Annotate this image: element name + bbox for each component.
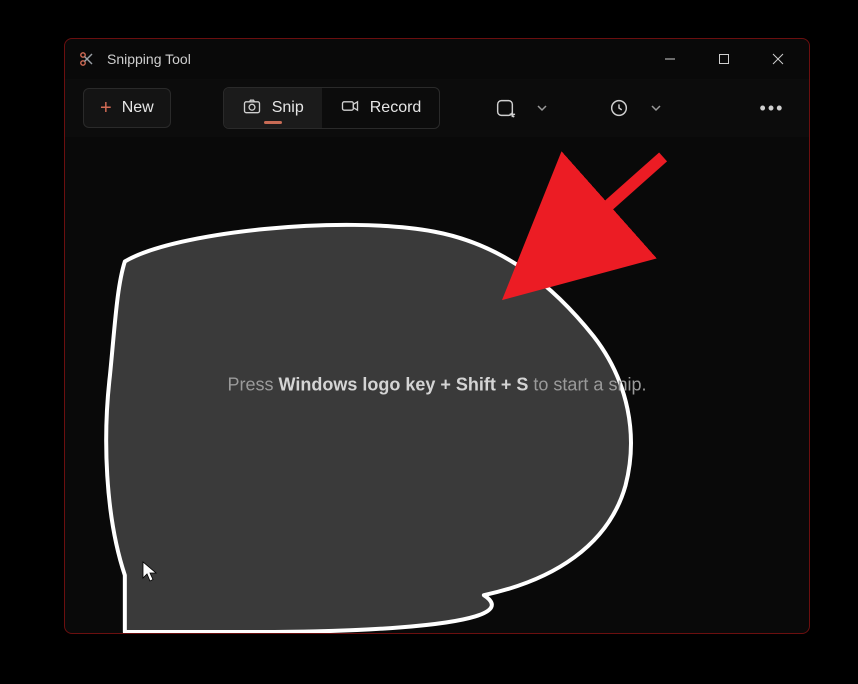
record-tab[interactable]: Record — [322, 88, 440, 128]
mode-toggle-group: Snip Record — [223, 87, 441, 129]
more-icon: ••• — [760, 98, 785, 119]
video-icon — [340, 96, 360, 121]
window-title: Snipping Tool — [107, 51, 643, 67]
maximize-button[interactable] — [697, 39, 751, 79]
window-controls — [643, 39, 805, 79]
snipping-tool-window: Snipping Tool + New — [64, 38, 810, 634]
hint-shortcut: Windows logo key + Shift + S — [279, 375, 529, 395]
snip-tab-label: Snip — [272, 99, 304, 117]
title-bar: Snipping Tool — [65, 39, 809, 79]
snip-tab[interactable]: Snip — [224, 88, 322, 128]
snip-mode-dropdown[interactable] — [530, 89, 554, 127]
snip-mode-button[interactable] — [486, 89, 524, 127]
plus-icon: + — [100, 98, 112, 118]
delay-button[interactable] — [600, 89, 638, 127]
toolbar: + New Snip — [65, 79, 809, 137]
camera-icon — [242, 96, 262, 121]
snipping-tool-app-icon — [77, 50, 95, 68]
close-button[interactable] — [751, 39, 805, 79]
hint-suffix: to start a snip. — [528, 375, 646, 395]
start-snip-hint: Press Windows logo key + Shift + S to st… — [228, 375, 647, 396]
content-area: Press Windows logo key + Shift + S to st… — [65, 137, 809, 633]
more-button[interactable]: ••• — [753, 89, 791, 127]
new-button-label: New — [122, 99, 154, 117]
hint-prefix: Press — [228, 375, 279, 395]
record-tab-label: Record — [370, 99, 422, 117]
delay-dropdown[interactable] — [644, 89, 668, 127]
new-button[interactable]: + New — [83, 88, 171, 128]
minimize-button[interactable] — [643, 39, 697, 79]
